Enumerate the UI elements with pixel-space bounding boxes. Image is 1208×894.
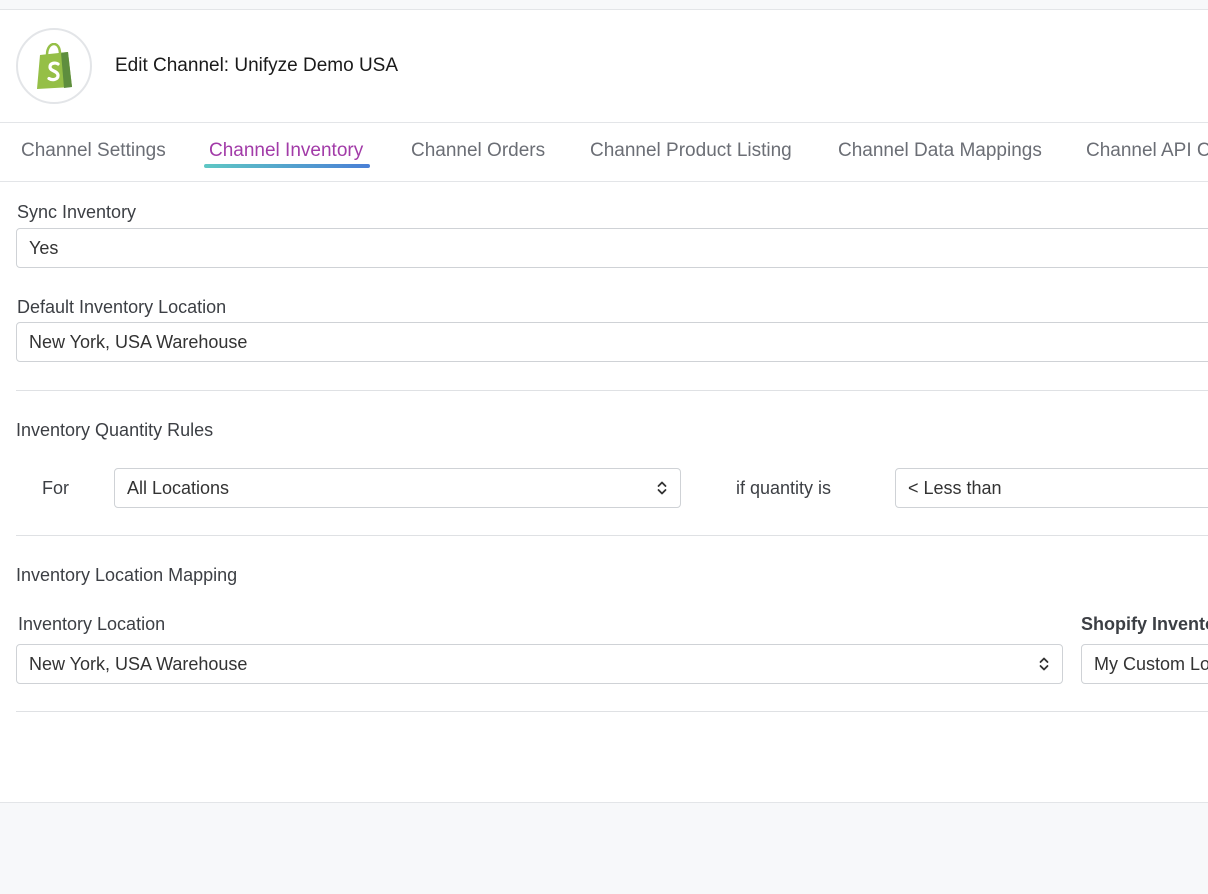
inventory-location-label: Inventory Location <box>18 614 166 634</box>
rule-condition-value: < Less than <box>908 477 1002 498</box>
channel-logo <box>16 28 92 104</box>
rule-location-select[interactable]: All Locations <box>114 468 681 508</box>
active-tab-underline <box>204 164 370 168</box>
page-header: Edit Channel: Unifyze Demo USA <box>0 10 1208 123</box>
inventory-location-select[interactable]: New York, USA Warehouse <box>16 644 1063 684</box>
rule-condition-select[interactable]: < Less than <box>895 468 1208 508</box>
rule-location-value: All Locations <box>127 477 230 498</box>
inventory-location-value: New York, USA Warehouse <box>29 653 248 674</box>
tab-channel-product-listing[interactable]: Channel Product Listing <box>590 140 792 162</box>
top-bar <box>0 0 1208 10</box>
for-label: For <box>42 478 69 498</box>
channel-tabs: Channel Settings Channel Inventory Chann… <box>0 124 1208 182</box>
shopify-location-select[interactable]: My Custom Lo <box>1081 644 1208 684</box>
section-divider <box>16 711 1208 712</box>
shopify-location-label: Shopify Invento <box>1081 614 1208 634</box>
section-divider <box>16 535 1208 536</box>
chevron-up-down-icon <box>656 478 668 498</box>
sync-inventory-value: Yes <box>29 237 59 258</box>
tab-channel-inventory[interactable]: Channel Inventory <box>209 140 363 162</box>
tab-channel-api-credentials[interactable]: Channel API Cr <box>1086 140 1208 162</box>
location-mapping-title: Inventory Location Mapping <box>16 565 238 585</box>
chevron-up-down-icon <box>1038 654 1050 674</box>
condition-label: if quantity is <box>736 478 832 498</box>
tab-channel-orders[interactable]: Channel Orders <box>411 140 545 162</box>
sync-inventory-select[interactable]: Yes <box>16 228 1208 268</box>
sync-inventory-label: Sync Inventory <box>17 202 137 222</box>
shopify-location-value: My Custom Lo <box>1094 653 1208 674</box>
tab-channel-settings[interactable]: Channel Settings <box>21 140 166 162</box>
default-location-select[interactable]: New York, USA Warehouse <box>16 322 1208 362</box>
page-footer <box>0 802 1208 894</box>
quantity-rules-title: Inventory Quantity Rules <box>16 420 214 440</box>
tab-channel-data-mappings[interactable]: Channel Data Mappings <box>838 140 1042 162</box>
default-location-label: Default Inventory Location <box>17 297 227 317</box>
default-location-value: New York, USA Warehouse <box>29 331 248 352</box>
page-title: Edit Channel: Unifyze Demo USA <box>115 55 399 76</box>
section-divider <box>16 390 1208 391</box>
shopify-bag-icon <box>37 43 72 89</box>
